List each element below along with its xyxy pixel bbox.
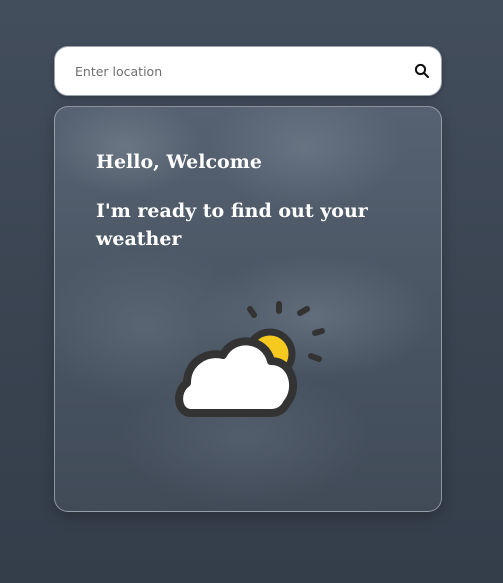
welcome-message: I'm ready to find out your weather (96, 200, 368, 250)
location-search-input[interactable] (75, 47, 395, 95)
search-bar (54, 46, 442, 96)
greeting-heading: Hello, Welcome (96, 151, 262, 173)
search-icon[interactable] (413, 62, 431, 80)
partly-cloudy-icon (175, 301, 325, 417)
weather-card: Hello, Welcome I'm ready to find out you… (54, 106, 442, 512)
